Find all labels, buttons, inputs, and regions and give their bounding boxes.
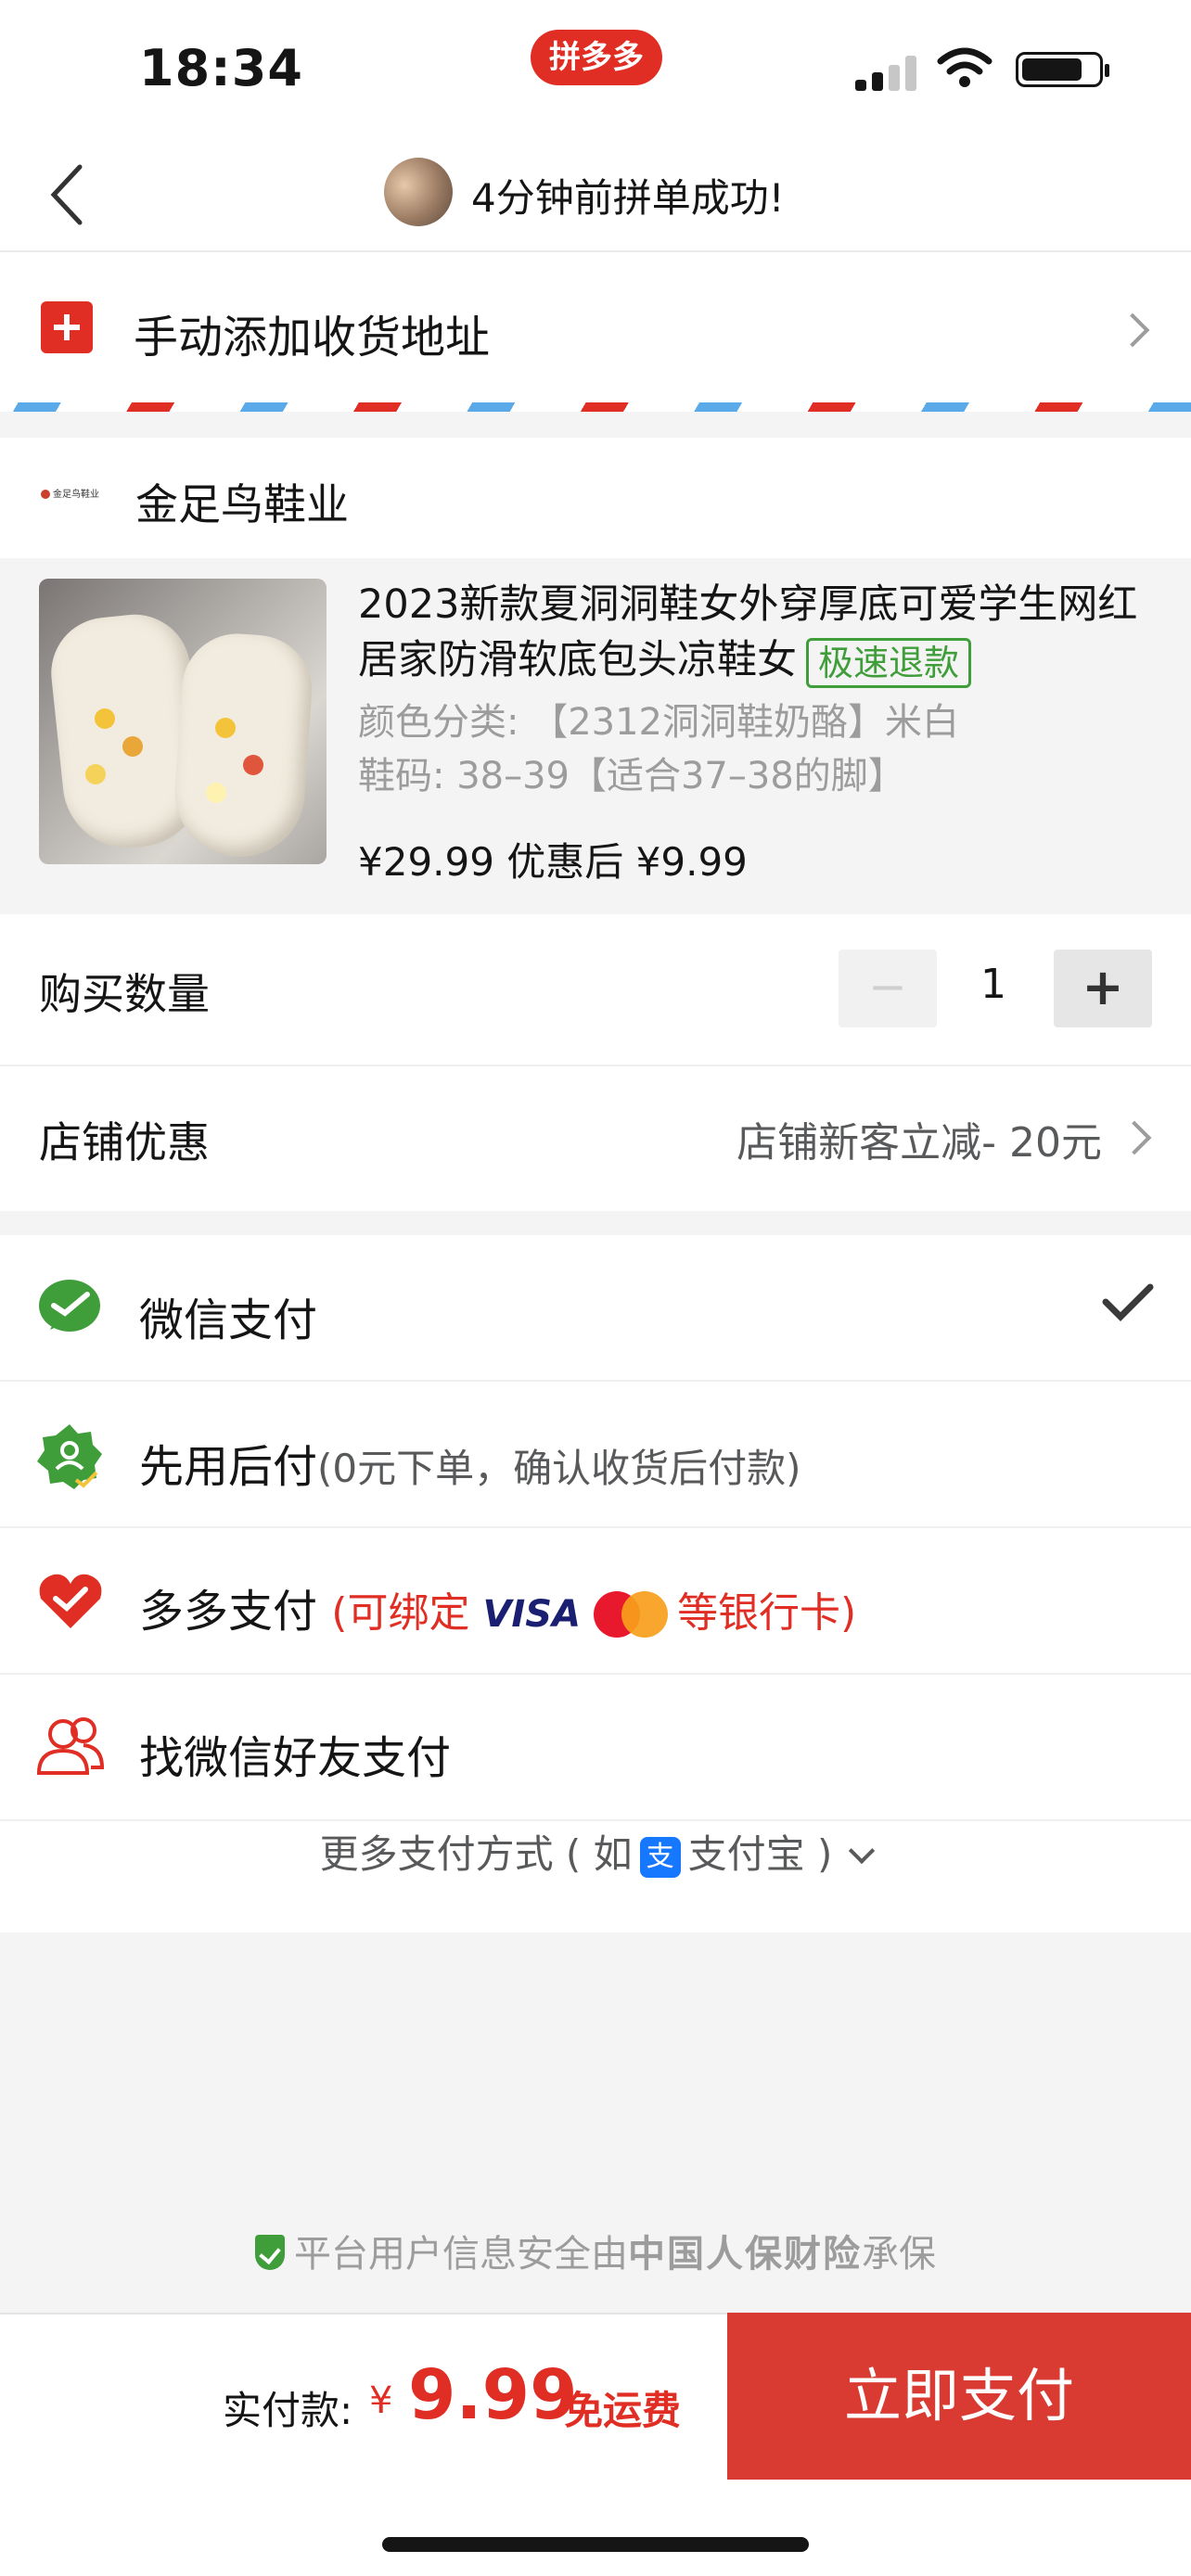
payment-wechat-label: 微信支付	[139, 1294, 318, 1346]
shop-logo: 金足鸟鞋业	[41, 480, 100, 510]
total-amount: 9.99	[408, 2355, 578, 2435]
mastercard-logo	[594, 1591, 669, 1638]
duoduo-pay-icon	[39, 1574, 102, 1628]
total-label: 实付款:	[223, 2388, 353, 2433]
pay-now-button[interactable]: 立即支付	[727, 2313, 1191, 2480]
product-title-text: 2023新款夏洞洞鞋女外穿厚底可爱学生网红居家防滑软底包头凉鞋女	[358, 581, 1138, 683]
coupon-value: 店铺新客立减- 20元	[736, 1119, 1102, 1167]
wifi-icon	[937, 47, 992, 87]
spec-color: 颜色分类: 【2312洞洞鞋奶酪】米白	[358, 701, 959, 744]
payment-friend-label: 找微信好友支付	[139, 1732, 452, 1784]
product-specs: 颜色分类: 【2312洞洞鞋奶酪】米白 鞋码: 38–39【适合37–38的脚】	[358, 695, 959, 803]
duoduo-title: 多多支付	[139, 1586, 318, 1638]
status-time: 18:34	[139, 39, 303, 97]
nav-title: 4分钟前拼单成功!	[471, 175, 785, 221]
duoduo-suffix: 等银行卡)	[677, 1589, 857, 1637]
friends-icon	[36, 1717, 105, 1775]
back-arrow-icon[interactable]	[45, 159, 91, 230]
pay-later-title: 先用后付	[139, 1441, 318, 1493]
pay-later-subtitle: (0元下单，确认收货后付款)	[317, 1446, 801, 1491]
more-pay-prefix: 更多支付方式 ( 如	[319, 1831, 633, 1877]
more-pay-suffix: )	[817, 1831, 833, 1877]
payment-pay-later-label: 先用后付(0元下单，确认收货后付款)	[139, 1430, 801, 1495]
group-avatar	[384, 158, 453, 226]
airmail-stripe	[0, 402, 1191, 412]
product-title: 2023新款夏洞洞鞋女外穿厚底可爱学生网红居家防滑软底包头凉鞋女 极速退款	[358, 577, 1156, 688]
security-prefix: 平台用户信息安全由	[294, 2233, 628, 2276]
product-image[interactable]	[39, 579, 327, 864]
quantity-value[interactable]: 1	[961, 961, 1026, 1008]
payment-duoduo-label: 多多支付 (可绑定 VISA 等银行卡)	[139, 1575, 856, 1639]
add-address-icon	[41, 301, 93, 353]
shop-name: 金足鸟鞋业	[135, 479, 349, 529]
battery-icon	[1016, 52, 1109, 87]
shield-icon	[255, 2235, 285, 2270]
more-payment-methods[interactable]: 更多支付方式 ( 如支支付宝 )	[0, 1823, 1191, 1880]
product-price: ¥29.99 优惠后 ¥9.99	[358, 839, 748, 885]
alipay-label: 支付宝	[687, 1831, 805, 1877]
free-shipping-label: 免运费	[564, 2388, 682, 2433]
security-note: 平台用户信息安全由中国人保财险承保	[0, 2224, 1191, 2277]
quantity-minus-button[interactable]: −	[839, 950, 937, 1027]
total-currency: ¥	[369, 2379, 393, 2422]
duoduo-prefix: (可绑定	[331, 1589, 470, 1637]
security-suffix: 承保	[862, 2233, 936, 2276]
spec-size: 鞋码: 38–39【适合37–38的脚】	[358, 755, 905, 797]
alipay-icon: 支	[639, 1836, 681, 1878]
fast-refund-badge: 极速退款	[806, 637, 972, 688]
home-indicator[interactable]	[382, 2537, 809, 2552]
coupon-label: 店铺优惠	[39, 1117, 210, 1167]
quantity-label: 购买数量	[39, 969, 210, 1019]
checkmark-icon	[1102, 1283, 1154, 1321]
pay-later-badge-icon	[37, 1424, 102, 1489]
app-badge: 拼多多	[531, 30, 662, 85]
wechat-pay-icon	[39, 1280, 100, 1332]
insurer-name: 中国人保财险	[628, 2233, 862, 2276]
add-address-label: 手动添加收货地址	[134, 312, 491, 363]
signal-icon	[855, 54, 920, 91]
quantity-plus-button[interactable]: +	[1054, 950, 1152, 1027]
visa-logo: VISA	[482, 1593, 582, 1636]
chevron-down-icon	[849, 1837, 876, 1865]
